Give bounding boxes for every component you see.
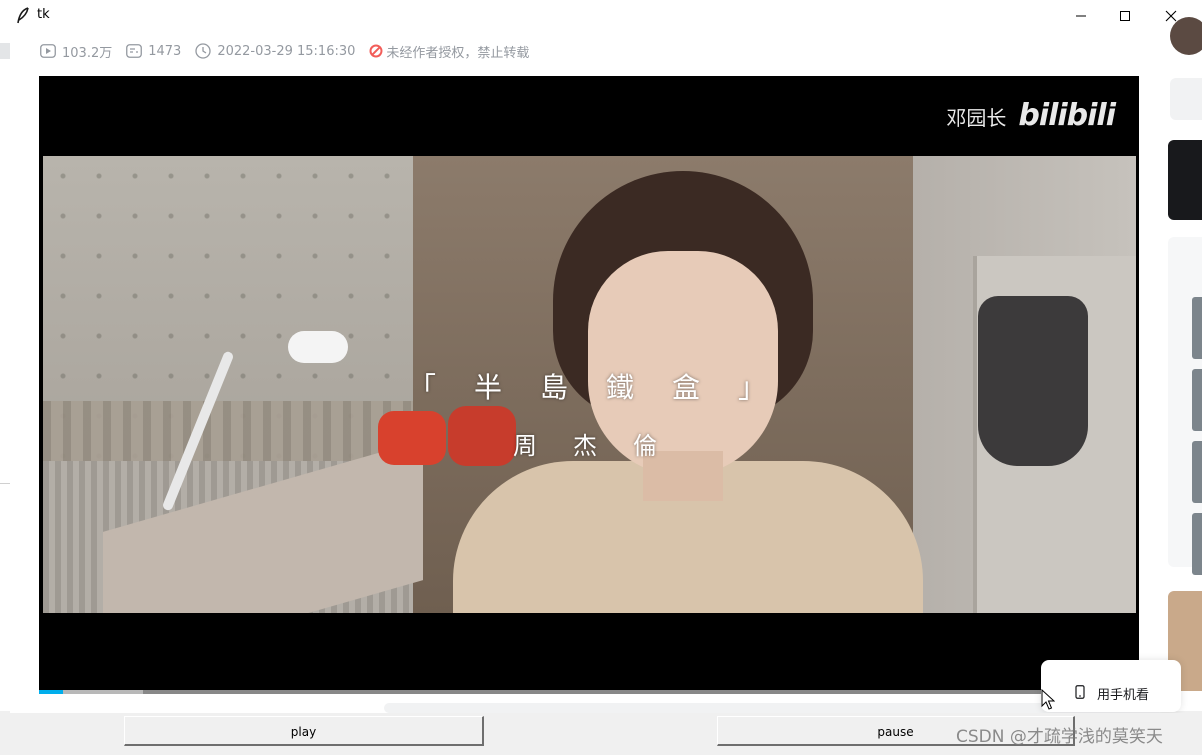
background-card: [1168, 140, 1202, 220]
scene-bags: [978, 296, 1088, 466]
bilibili-logo: bilibili: [1018, 98, 1116, 133]
maximize-icon: [1120, 11, 1130, 21]
background-card: [1170, 78, 1202, 120]
view-count: 103.2万: [40, 42, 112, 61]
scene-toys: [378, 406, 518, 466]
copyright-notice-text: 未经作者授权，禁止转载: [386, 45, 530, 61]
play-count-icon: [40, 44, 56, 58]
publish-time-text: 2022-03-29 15:16:30: [217, 43, 356, 59]
title-bar: tk: [0, 0, 1202, 32]
publish-time: 2022-03-29 15:16:30: [195, 43, 355, 59]
video-frame: 「半島鐵盒」 周杰倫: [43, 156, 1136, 613]
mouse-cursor-icon: [1041, 689, 1055, 710]
copyright-notice: 未经作者授权，禁止转载: [369, 42, 529, 61]
progress-buffer: [63, 690, 143, 694]
tk-feather-icon: [17, 7, 29, 24]
background-thumbnail: [1192, 369, 1202, 431]
background-page-left: [0, 31, 10, 711]
csdn-watermark: CSDN @才疏学浅的莫笑天: [956, 727, 1163, 747]
clock-icon: [195, 43, 211, 59]
background-rule: [0, 483, 10, 484]
view-count-text: 103.2万: [62, 45, 113, 61]
uploader-watermark: 邓园长: [946, 106, 1007, 130]
minimize-button[interactable]: [1058, 0, 1104, 31]
progress-fill: [39, 690, 64, 694]
background-thumbnail: [1192, 297, 1202, 359]
video-meta-row: 103.2万 1473 2022-03-29 15:16:30 未经作者授权，禁…: [40, 42, 543, 61]
scene-toy: [378, 411, 446, 465]
forbidden-icon: [369, 44, 383, 58]
background-divider: [0, 43, 10, 59]
background-thumbnail: [1192, 441, 1202, 503]
video-player[interactable]: 邓园长 bilibili 「半島鐵盒」 周杰倫: [39, 76, 1139, 691]
maximize-button[interactable]: [1102, 0, 1148, 31]
window-title: tk: [37, 7, 50, 22]
scene-wallpaper-border: [43, 401, 423, 461]
background-avatar: [1170, 17, 1202, 55]
danmaku-count-text: 1473: [148, 43, 182, 59]
artist-name: 周杰倫: [513, 432, 693, 460]
danmaku-count: 1473: [126, 44, 181, 59]
phone-icon: [1075, 685, 1085, 699]
play-button[interactable]: play: [124, 716, 484, 746]
danmaku-icon: [126, 44, 143, 58]
watch-on-phone-label: 用手机看: [1097, 688, 1150, 703]
watch-on-phone-popup[interactable]: 用手机看: [1041, 660, 1181, 712]
scene-toy: [448, 406, 516, 466]
background-card: [1168, 237, 1202, 575]
video-progress-bar[interactable]: [39, 690, 1139, 694]
video-page: 103.2万 1473 2022-03-29 15:16:30 未经作者授权，禁…: [10, 31, 1164, 713]
background-page-right: [1160, 17, 1202, 711]
song-title: 「半島鐵盒」: [408, 371, 805, 404]
video-watermark: 邓园长 bilibili: [946, 98, 1116, 133]
background-thumbnail: [1192, 513, 1202, 575]
close-icon: [1165, 10, 1177, 22]
minimize-icon: [1076, 15, 1086, 17]
scene-lamp-head: [288, 331, 348, 363]
